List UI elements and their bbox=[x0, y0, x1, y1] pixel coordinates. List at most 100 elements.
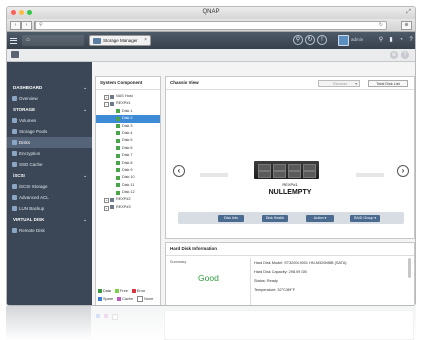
remote-disk-icon bbox=[12, 228, 17, 233]
background-tasks-icon[interactable]: ↻ bbox=[305, 35, 315, 45]
tree-disk-item[interactable]: Disk 10 bbox=[96, 174, 160, 181]
forward-button[interactable]: › bbox=[21, 21, 32, 30]
disk-bay[interactable] bbox=[288, 171, 301, 178]
enclosure-label: REXP#1 bbox=[282, 182, 298, 187]
disk-bay[interactable] bbox=[273, 164, 286, 171]
sidebar-section-dashboard[interactable]: DASHBOARD ⌄ bbox=[7, 82, 92, 93]
sidebar-item-iscsi-storage[interactable]: iSCSI Storage bbox=[7, 181, 92, 192]
expand-icon[interactable]: + bbox=[104, 198, 109, 204]
fullscreen-icon[interactable]: ⤢ bbox=[406, 9, 411, 16]
expand-icon[interactable]: + bbox=[104, 205, 109, 211]
total-disk-list-button[interactable]: Total Disk List bbox=[368, 80, 408, 87]
sidebar-section-storage[interactable]: STORAGE ⌄ bbox=[7, 104, 92, 115]
nas-enclosure-image[interactable] bbox=[254, 161, 319, 179]
key-icon bbox=[12, 151, 17, 156]
sidebar-item-encryption[interactable]: Encryption bbox=[7, 148, 92, 159]
sidebar-item-disks[interactable]: Disks bbox=[7, 137, 92, 148]
username[interactable]: admin bbox=[351, 37, 363, 42]
storage-manager-tab[interactable]: Storage Manager × bbox=[89, 35, 151, 46]
tree-item-label: REXP#1 bbox=[116, 101, 131, 106]
raid-group-menu-button[interactable]: RAID Group ▾ bbox=[350, 215, 380, 222]
tree-enclosure-item[interactable]: + REXP#2 bbox=[96, 196, 160, 204]
tree-disk-item[interactable]: Disk 1 bbox=[96, 108, 160, 115]
legend-swatch bbox=[117, 297, 122, 301]
notification-icon[interactable]: ! bbox=[317, 35, 327, 45]
tree-enclosure-item[interactable]: + REXP#3 bbox=[96, 204, 160, 211]
disk-info-button[interactable]: Disk Info bbox=[218, 215, 244, 222]
chevron-down-icon: ⌄ bbox=[83, 85, 87, 90]
legend-item: None bbox=[137, 295, 153, 303]
action-menu-button[interactable]: Action ▾ bbox=[306, 215, 334, 222]
disk-bay[interactable] bbox=[258, 164, 271, 171]
disk-bay[interactable] bbox=[258, 171, 271, 178]
dashboard-icon[interactable]: ◔ bbox=[397, 35, 405, 45]
address-bar[interactable]: ⚲ ↻ bbox=[35, 21, 387, 30]
legend-row: Spare Cache None bbox=[98, 295, 160, 303]
main-menu-icon[interactable] bbox=[10, 36, 17, 44]
tree-item-label: REXP#2 bbox=[116, 197, 131, 202]
help-icon[interactable]: ? bbox=[407, 35, 415, 45]
tree-disk-item[interactable]: Disk 8 bbox=[96, 160, 160, 167]
chevron-down-icon: ▾ bbox=[355, 82, 357, 86]
sidebar-section-iscsi[interactable]: iSCSI ⌄ bbox=[7, 170, 92, 181]
sidebar-item-ssd-cache[interactable]: SSD Cache bbox=[7, 159, 92, 170]
sidebar-item-overview[interactable]: Overview bbox=[7, 93, 92, 104]
search-icon[interactable]: ⚲ bbox=[293, 35, 303, 45]
recover-dropdown[interactable]: Recover ▾ bbox=[318, 80, 360, 87]
tree-disk-item[interactable]: Disk 5 bbox=[96, 137, 160, 144]
reload-icon[interactable]: ↻ bbox=[379, 22, 383, 29]
tree-item-label: Disk 2 bbox=[122, 116, 133, 121]
disk-icon bbox=[116, 190, 120, 195]
tree-disk-item[interactable]: Disk 7 bbox=[96, 152, 160, 159]
tree-item-label: Disk 4 bbox=[122, 130, 133, 135]
tree-item-label: Disk 3 bbox=[122, 123, 133, 128]
tree-enclosure-item[interactable]: - REXP#1 bbox=[96, 100, 160, 108]
disk-icon bbox=[116, 116, 120, 121]
disk-bay[interactable] bbox=[288, 164, 301, 171]
previous-enclosure-preview bbox=[200, 173, 228, 177]
app-logo-icon bbox=[11, 51, 19, 58]
help-icon[interactable]: ? bbox=[401, 51, 409, 59]
back-button[interactable]: ‹ bbox=[10, 21, 21, 30]
nas-icon bbox=[110, 205, 114, 210]
disk-temperature: Temperature: 32°C/89°F bbox=[254, 288, 296, 292]
disk-bay[interactable] bbox=[303, 171, 316, 178]
tree-disk-item[interactable]: Disk 12 bbox=[96, 189, 160, 196]
disks-icon bbox=[12, 140, 17, 145]
close-tab-icon[interactable]: × bbox=[144, 37, 147, 43]
sidebar: DASHBOARD ⌄ Overview STORAGE ⌄ Volumes Sto… bbox=[7, 62, 92, 305]
downloads-button[interactable]: ⊕ bbox=[401, 21, 412, 30]
tree-disk-item[interactable]: Disk 4 bbox=[96, 130, 160, 137]
expand-icon[interactable]: + bbox=[104, 95, 109, 100]
disk-bay[interactable] bbox=[303, 164, 316, 171]
storage-manager-tab-label: Storage Manager bbox=[103, 38, 138, 43]
scrollbar[interactable] bbox=[408, 258, 411, 278]
resource-monitor-icon[interactable]: ▮ bbox=[387, 35, 395, 45]
sidebar-item-lun-backup[interactable]: LUN Backup bbox=[7, 203, 92, 214]
sidebar-item-storage-pools[interactable]: Storage Pools bbox=[7, 126, 92, 137]
reflection-legend bbox=[96, 314, 118, 320]
next-enclosure-button[interactable]: › bbox=[397, 165, 409, 177]
tree-disk-item[interactable]: Disk 6 bbox=[96, 145, 160, 152]
settings-icon[interactable]: ⚙ bbox=[390, 51, 398, 59]
sidebar-section-virtual-disk[interactable]: VIRTUAL DISK ⌄ bbox=[7, 214, 92, 225]
tree-disk-item[interactable]: Disk 2 bbox=[96, 115, 160, 123]
disk-bay[interactable] bbox=[273, 171, 286, 178]
collapse-icon[interactable]: - bbox=[104, 102, 109, 108]
disk-icon bbox=[116, 175, 120, 180]
disk-capacity: Hard Disk Capacity: 298.09 GB bbox=[254, 270, 307, 274]
search-icon[interactable]: ⚲ bbox=[377, 35, 385, 45]
browser-toolbar: ‹ › ▢ ⚲ ↻ ⊕ bbox=[7, 19, 415, 32]
tree-disk-item[interactable]: Disk 9 bbox=[96, 167, 160, 174]
sidebar-item-remote-disk[interactable]: Remote Disk bbox=[7, 225, 92, 236]
home-tab[interactable]: ⌂ bbox=[22, 35, 84, 46]
user-avatar[interactable] bbox=[338, 35, 349, 46]
tree-disk-item[interactable]: Disk 11 bbox=[96, 182, 160, 189]
tree-enclosure-item[interactable]: + NAS Host bbox=[96, 93, 160, 100]
nas-icon bbox=[110, 101, 114, 106]
previous-enclosure-button[interactable]: ‹ bbox=[173, 165, 185, 177]
tree-disk-item[interactable]: Disk 3 bbox=[96, 123, 160, 130]
sidebar-item-volumes[interactable]: Volumes bbox=[7, 115, 92, 126]
sidebar-item-advanced-acl[interactable]: Advanced ACL bbox=[7, 192, 92, 203]
disk-health-button[interactable]: Disk Health bbox=[262, 215, 288, 222]
